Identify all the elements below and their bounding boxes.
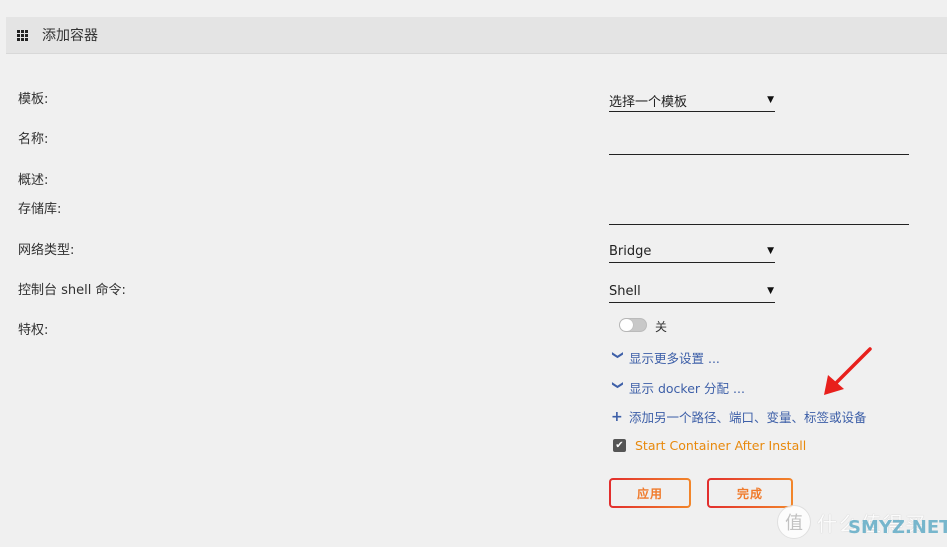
page-title: 添加容器 <box>42 28 98 44</box>
done-button[interactable]: 完成 <box>707 478 793 508</box>
add-another-link[interactable]: + 添加另一个路径、端口、变量、标签或设备 <box>611 407 867 426</box>
plus-icon: + <box>611 408 623 425</box>
description-label: 概述: <box>18 173 49 188</box>
caret-down-icon: ▼ <box>767 95 774 105</box>
start-after-install-checkbox[interactable]: ✔ <box>613 439 626 452</box>
watermark-logo-icon: 值 <box>777 505 811 539</box>
show-more-settings-label: 显示更多设置 ... <box>629 351 720 366</box>
annotation-arrow-icon <box>824 347 872 395</box>
show-docker-allocation-link[interactable]: ❯ 显示 docker 分配 ... <box>611 378 745 397</box>
repository-input[interactable] <box>609 204 909 225</box>
caret-down-icon: ▼ <box>767 246 774 256</box>
start-after-install-row[interactable]: ✔ Start Container After Install <box>613 438 806 453</box>
page-header: 添加容器 <box>6 17 947 54</box>
caret-down-icon: ▼ <box>767 286 774 296</box>
chevron-down-icon: ❯ <box>611 350 625 360</box>
console-shell-select[interactable]: Shell ▼ <box>609 280 775 303</box>
network-type-select[interactable]: Bridge ▼ <box>609 240 775 263</box>
toggle-knob <box>620 319 633 331</box>
privileged-toggle-label: 关 <box>655 320 668 334</box>
template-select[interactable]: 选择一个模板 ▼ <box>609 89 775 112</box>
network-type-label: 网络类型: <box>18 243 75 258</box>
privileged-label: 特权: <box>18 323 49 338</box>
repository-label: 存储库: <box>18 202 62 217</box>
template-select-value: 选择一个模板 <box>609 94 688 110</box>
name-label: 名称: <box>18 132 49 147</box>
network-type-value: Bridge <box>609 243 652 259</box>
apply-button[interactable]: 应用 <box>609 478 691 508</box>
name-input[interactable] <box>609 134 909 155</box>
watermark-site: SMYZ.NET <box>848 517 947 538</box>
console-shell-value: Shell <box>609 283 641 299</box>
show-docker-allocation-label: 显示 docker 分配 ... <box>629 381 745 396</box>
grid-icon <box>17 29 30 41</box>
chevron-down-icon: ❯ <box>611 380 625 390</box>
add-another-label: 添加另一个路径、端口、变量、标签或设备 <box>629 410 867 425</box>
template-label: 模板: <box>18 92 49 107</box>
show-more-settings-link[interactable]: ❯ 显示更多设置 ... <box>611 348 720 367</box>
privileged-toggle[interactable] <box>619 318 647 332</box>
console-shell-label: 控制台 shell 命令: <box>18 283 126 298</box>
start-after-install-label: Start Container After Install <box>635 438 807 453</box>
